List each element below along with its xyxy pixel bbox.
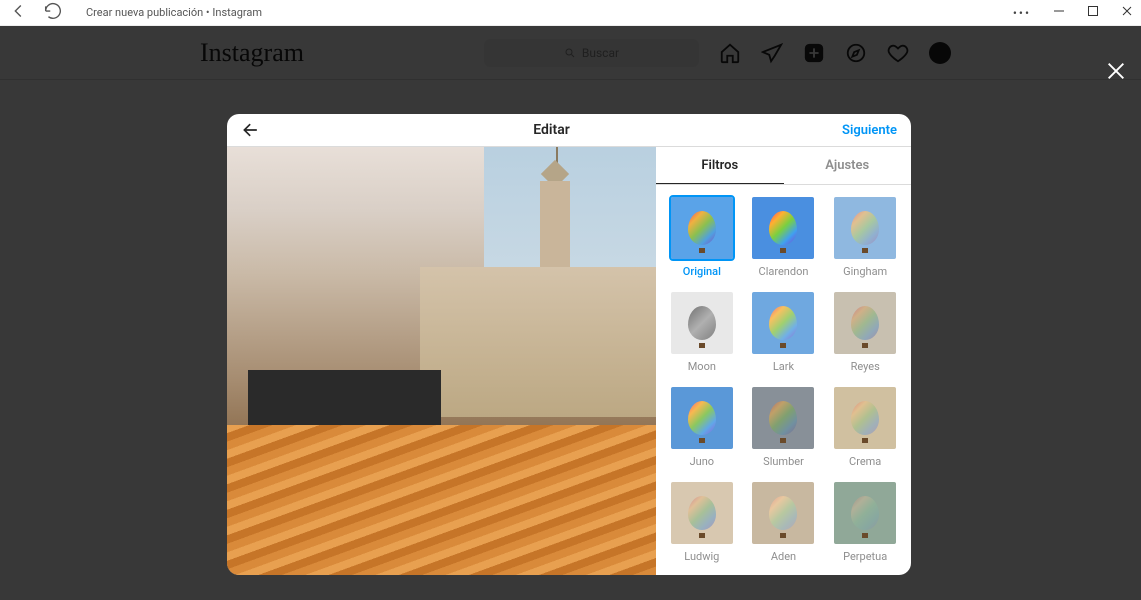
filter-moon[interactable]: Moon (666, 292, 738, 373)
modal-title: Editar (261, 122, 842, 138)
filter-label: Crema (849, 455, 881, 468)
filter-label: Aden (771, 550, 796, 563)
filter-perpetua[interactable]: Perpetua (829, 482, 901, 563)
filter-aden[interactable]: Aden (748, 482, 820, 563)
browser-tab-title: Crear nueva publicación • Instagram (86, 6, 262, 19)
filter-ludwig[interactable]: Ludwig (666, 482, 738, 563)
filter-reyes[interactable]: Reyes (829, 292, 901, 373)
filter-label: Clarendon (759, 265, 809, 278)
nav-back-icon[interactable] (8, 0, 30, 26)
browser-titlebar: Crear nueva publicación • Instagram ••• (0, 0, 1141, 26)
filter-label: Slumber (763, 455, 804, 468)
filter-label: Original (683, 265, 721, 278)
filter-label: Gingham (843, 265, 887, 278)
filter-clarendon[interactable]: Clarendon (748, 197, 820, 278)
filter-label: Ludwig (684, 550, 719, 563)
tab-filters[interactable]: Filtros (656, 147, 784, 184)
maximize-icon[interactable] (1087, 5, 1099, 21)
filter-slumber[interactable]: Slumber (748, 387, 820, 468)
back-icon[interactable] (241, 120, 261, 140)
next-button[interactable]: Siguiente (842, 123, 897, 138)
minimize-icon[interactable] (1053, 5, 1065, 21)
filter-juno[interactable]: Juno (666, 387, 738, 468)
edit-modal: Editar Siguiente Filtros Ajustes Origina… (227, 114, 911, 575)
filter-gingham[interactable]: Gingham (829, 197, 901, 278)
filter-label: Lark (773, 360, 794, 373)
filter-crema[interactable]: Crema (829, 387, 901, 468)
filter-label: Reyes (851, 360, 880, 373)
filter-label: Perpetua (843, 550, 887, 563)
photo-preview[interactable] (227, 147, 656, 575)
close-modal-icon[interactable] (1105, 60, 1127, 88)
window-close-icon[interactable] (1121, 5, 1133, 21)
filter-label: Juno (690, 455, 714, 468)
filter-label: Moon (688, 360, 716, 373)
tab-adjust[interactable]: Ajustes (784, 147, 912, 184)
filter-lark[interactable]: Lark (748, 292, 820, 373)
more-icon[interactable]: ••• (1013, 6, 1031, 20)
filters-list[interactable]: Original Clarendon Gingham Moon Lark Reyes Jun… (656, 185, 911, 575)
nav-refresh-icon[interactable] (42, 0, 64, 26)
filter-original[interactable]: Original (666, 197, 738, 278)
